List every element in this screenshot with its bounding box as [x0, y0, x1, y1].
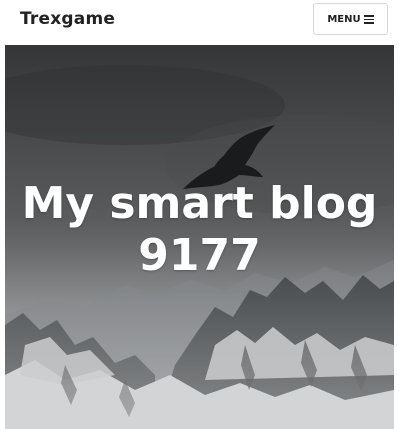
hero-title-line1: My smart blog [21, 178, 378, 229]
menu-label: MENU [327, 13, 361, 25]
site-header: Trexgame MENU [0, 0, 399, 42]
hero-banner: My smart blog 9177 [5, 45, 394, 429]
hero-title: My smart blog 9177 [5, 178, 394, 282]
hero-title-line2: 9177 [138, 230, 261, 281]
site-title[interactable]: Trexgame [20, 9, 115, 29]
menu-button[interactable]: MENU [313, 3, 388, 35]
hamburger-icon [363, 15, 374, 24]
